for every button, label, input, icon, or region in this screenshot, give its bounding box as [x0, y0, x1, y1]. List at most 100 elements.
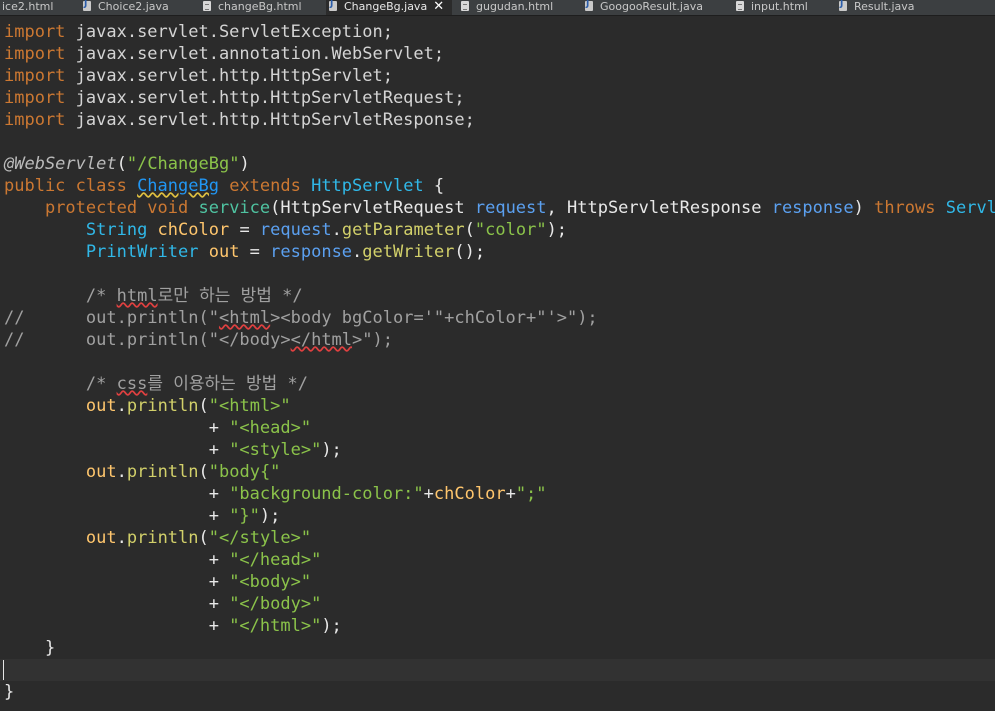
tab-ice2-html[interactable]: ice2.html	[0, 0, 78, 15]
code-line: /* css를 이용하는 방법 */	[0, 373, 995, 395]
string-literal: "</head>"	[229, 550, 322, 570]
operator: +	[208, 440, 230, 460]
code-line: + "<style>");	[0, 439, 995, 461]
code-line: PrintWriter out = response.getWriter();	[0, 241, 995, 263]
punctuation: (	[116, 154, 127, 174]
tab-label: Result.java	[854, 0, 915, 13]
code-line: public class ChangeBg extends HttpServle…	[0, 175, 995, 197]
string-literal: "background-color:"	[229, 484, 424, 504]
variable: out	[85, 528, 117, 548]
string-literal: "<style>"	[229, 440, 322, 460]
punctuation: )	[239, 154, 250, 174]
line-comment-marker: //	[4, 308, 25, 328]
string-literal: "color"	[474, 220, 547, 240]
line-comment-marker: //	[4, 330, 25, 350]
code-line: }	[0, 681, 995, 703]
method-call: println	[126, 462, 199, 482]
code-line: @WebServlet("/ChangeBg")	[0, 153, 995, 175]
tab-result-java[interactable]: Result.java	[836, 0, 956, 15]
brace: }	[44, 638, 56, 658]
tab-gugudan-html[interactable]: gugudan.html	[458, 0, 578, 15]
punctuation: (	[198, 462, 209, 482]
parameter: response	[761, 198, 854, 218]
comment-word: <html	[218, 308, 271, 328]
punctuation: .	[352, 242, 363, 262]
code-line: // out.println("<html><body bgColor='"+c…	[0, 307, 995, 329]
import-path: javax.servlet.http.HttpServletResponse;	[65, 110, 475, 130]
punctuation: );	[546, 220, 568, 240]
punctuation: ();	[454, 242, 486, 262]
operator: =	[229, 220, 260, 240]
code-line: import javax.servlet.ServletException;	[0, 21, 995, 43]
punctuation: (	[270, 198, 281, 218]
comment: out.println("	[85, 308, 219, 328]
operator: +	[208, 484, 230, 504]
code-line: protected void service(HttpServletReques…	[0, 197, 995, 219]
java-file-icon	[328, 0, 339, 12]
tab-changebg-java[interactable]: ChangeBg.java ✕	[326, 0, 452, 15]
keyword: protected void	[44, 198, 199, 218]
comment: /*	[85, 286, 117, 306]
operator: +	[208, 550, 230, 570]
code-editor[interactable]: import javax.servlet.ServletException; i…	[0, 16, 995, 711]
code-line: + "}");	[0, 505, 995, 527]
tab-label: ice2.html	[2, 0, 54, 13]
punctuation: .	[116, 396, 127, 416]
string-literal: ";"	[515, 484, 547, 504]
tab-changebg-html[interactable]: changeBg.html	[200, 0, 324, 15]
operator: +	[208, 572, 230, 592]
punctuation: (	[464, 220, 475, 240]
tab-choice2-java[interactable]: Choice2.java	[80, 0, 198, 15]
tab-input-html[interactable]: input.html	[733, 0, 835, 15]
operator: +	[208, 616, 230, 636]
current-line[interactable]	[0, 659, 995, 681]
punctuation: .	[116, 528, 127, 548]
method-call: println	[126, 528, 199, 548]
import-path: javax.servlet.annotation.WebServlet;	[65, 44, 445, 64]
operator: =	[239, 242, 271, 262]
comment: ><body bgColor='"+chColor+"'>");	[270, 308, 598, 328]
html-file-icon	[202, 0, 213, 12]
code-line: out.println("body{"	[0, 461, 995, 483]
tab-label: input.html	[751, 0, 808, 13]
operator: +	[208, 594, 230, 614]
html-file-icon	[735, 0, 746, 12]
code-line: + "</html>");	[0, 615, 995, 637]
punctuation: .	[116, 462, 127, 482]
code-line: + "</body>"	[0, 593, 995, 615]
type-name: String	[85, 220, 148, 240]
java-file-icon	[584, 0, 595, 12]
string-literal: "</body>"	[229, 594, 322, 614]
comment: out.println("</body>	[85, 330, 291, 350]
code-line: + "background-color:"+chColor+";"	[0, 483, 995, 505]
keyword: import	[4, 66, 66, 86]
operator: +	[208, 506, 230, 526]
punctuation: )	[853, 198, 875, 218]
tab-googooresult-java[interactable]: GoogooResult.java	[582, 0, 732, 15]
comment-word: css	[116, 374, 148, 394]
import-path: javax.servlet.http.HttpServletRequest;	[65, 88, 465, 108]
punctuation: ,	[546, 198, 567, 218]
java-file-icon	[838, 0, 849, 12]
keyword: import	[4, 110, 66, 130]
method-name: service	[198, 198, 271, 218]
punctuation: (	[198, 528, 209, 548]
variable: chColor	[147, 220, 230, 240]
variable: out	[85, 462, 117, 482]
string-literal: "<html>"	[208, 396, 291, 416]
annotation: @WebServlet	[4, 154, 117, 174]
code-line: + "<head>"	[0, 417, 995, 439]
close-icon[interactable]: ✕	[433, 0, 444, 13]
variable: out	[198, 242, 240, 262]
import-path: javax.servlet.http.HttpServlet;	[65, 66, 393, 86]
code-line: import javax.servlet.annotation.WebServl…	[0, 43, 995, 65]
string-literal: "<body>"	[229, 572, 312, 592]
code-line: import javax.servlet.http.HttpServletReq…	[0, 87, 995, 109]
method-call: println	[126, 396, 199, 416]
